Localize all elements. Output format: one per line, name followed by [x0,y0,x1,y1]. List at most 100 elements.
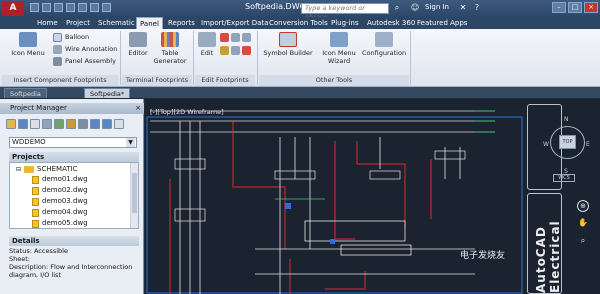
tab-import-export-data[interactable]: Import/Export Data [198,17,271,29]
editor-icon [129,32,147,47]
tree-root-schematic[interactable]: ⊟ SCHEMATIC [16,165,78,174]
configuration-icon [375,32,393,47]
attribute-icon[interactable] [242,46,251,55]
list-item[interactable]: demo05.dwg [32,219,88,228]
wcs-menu[interactable]: WCS [553,174,575,182]
list-item[interactable]: demo02.dwg [32,186,88,195]
details-text: Status: Accessible Sheet: Description: F… [9,247,141,279]
open-project-icon[interactable] [6,119,16,129]
scrollbar-thumb[interactable] [132,173,137,213]
list-item[interactable]: demo03.dwg [32,197,88,206]
sign-in-link[interactable]: Sign In [425,3,449,11]
tab-schematic[interactable]: Schematic [95,17,138,29]
maximize-button[interactable]: □ [568,2,582,13]
properties-icon[interactable] [54,119,64,129]
symbol-builder-label: Symbol Builder [263,49,313,57]
collapse-icon[interactable]: ⊟ [16,165,21,174]
table-generator-button[interactable]: Table Generator [152,32,188,65]
tab-plug-ins[interactable]: Plug-ins [328,17,362,29]
list-item[interactable]: demo04.dwg [32,208,88,217]
save-as-icon[interactable] [66,3,75,12]
icon-menu-wizard-icon [330,32,348,47]
tab-panel[interactable]: Panel [136,17,163,29]
editor-label: Editor [128,49,148,57]
steering-wheel-icon[interactable]: ⊕ [577,200,589,212]
list-item[interactable]: demo01.dwg [32,175,88,184]
file-name: demo01.dwg [42,175,88,183]
pan-icon[interactable]: ✋ [577,218,589,230]
window-controls: – □ × [552,2,598,13]
file-name: demo02.dwg [42,186,88,194]
tree-root-label: SCHEMATIC [37,165,78,173]
viewport-label[interactable]: [-][Top][2D Wireframe] [150,108,224,116]
balloon-button[interactable]: Balloon [53,32,89,42]
edit-tools-row-1 [220,33,251,42]
application-menu-button[interactable]: A [2,1,24,16]
new-project-icon[interactable] [18,119,28,129]
new-icon[interactable] [30,3,39,12]
align-icon[interactable] [242,33,251,42]
compass-west[interactable]: W [543,141,549,148]
tree-scrollbar[interactable] [130,163,138,228]
drawing-file-icon [32,175,39,184]
tab-featured-apps[interactable]: Featured Apps [414,17,470,29]
ribbon-panel: Icon Menu Balloon Wire Annotation Panel … [0,29,600,87]
print-icon[interactable] [78,3,87,12]
tab-autodesk-360[interactable]: Autodesk 360 [364,17,418,29]
tab-conversion-tools[interactable]: Conversion Tools [266,17,331,29]
panel-assembly-button[interactable]: Panel Assembly [53,56,116,66]
title-bar: A Softpedia.DWG.2 - Read Type a keyword … [0,0,600,21]
close-icon[interactable]: × [135,103,141,114]
scoot-icon[interactable] [231,46,240,55]
user-icon[interactable]: ☺ [410,3,420,13]
edit-icon [198,32,216,47]
delete-icon[interactable] [220,33,229,42]
help-icon[interactable] [114,119,124,129]
exchange-icon[interactable]: ✕ [458,3,468,13]
symbol-builder-button[interactable]: Symbol Builder [262,32,314,57]
save-icon[interactable] [54,3,63,12]
tab-project[interactable]: Project [63,17,93,29]
edit-label: Edit [200,49,214,57]
minimize-button[interactable]: – [552,2,566,13]
wire-annotation-label: Wire Annotation [65,45,118,53]
compass-ring[interactable] [550,126,585,159]
edit-button[interactable]: Edit [196,32,218,57]
compass-north[interactable]: N [564,116,569,123]
icon-menu-icon [19,32,37,47]
configuration-button[interactable]: Configuration [362,32,406,57]
project-select[interactable]: WDDEMO ▼ [9,137,137,148]
autocad-electrical-text: AutoCAD Electrical [534,220,562,293]
close-button[interactable]: × [584,2,598,13]
task-icon[interactable] [78,119,88,129]
doc-tab-softpedia[interactable]: Softpedia [4,88,47,98]
file-name: demo04.dwg [42,208,88,216]
zoom-icon[interactable]: ⌕ [577,236,589,248]
tab-home[interactable]: Home [34,17,61,29]
publish-icon[interactable] [102,119,112,129]
redo-icon[interactable] [102,3,111,12]
icon-menu-button[interactable]: Icon Menu [8,32,48,57]
project-manager-title: Project Manager [10,104,67,112]
open-icon[interactable] [42,3,51,12]
icon-menu-wizard-button[interactable]: Icon Menu Wizard [316,32,362,65]
tab-reports[interactable]: Reports [165,17,198,29]
settings-icon[interactable] [90,119,100,129]
compass-east[interactable]: E [586,141,590,148]
wire-annotation-button[interactable]: Wire Annotation [53,44,117,54]
search-input[interactable]: Type a keyword or phrase [301,3,389,21]
search-icon[interactable]: ⌕ [392,3,402,13]
undo-icon[interactable] [90,3,99,12]
editor-button[interactable]: Editor [124,32,152,57]
folder-icon [24,166,35,173]
chevron-down-icon[interactable]: ▼ [126,138,135,147]
doc-tab-softpedia-modified[interactable]: Softpedia* [84,88,131,98]
new-drawing-icon[interactable] [30,119,40,129]
copy-icon[interactable] [231,33,240,42]
panel-assembly-label: Panel Assembly [65,57,116,65]
help-icon[interactable]: ? [472,3,482,13]
move-icon[interactable] [220,46,229,55]
details-section-header: Details [9,236,139,246]
refresh-icon[interactable] [42,119,52,129]
plot-icon[interactable] [66,119,76,129]
